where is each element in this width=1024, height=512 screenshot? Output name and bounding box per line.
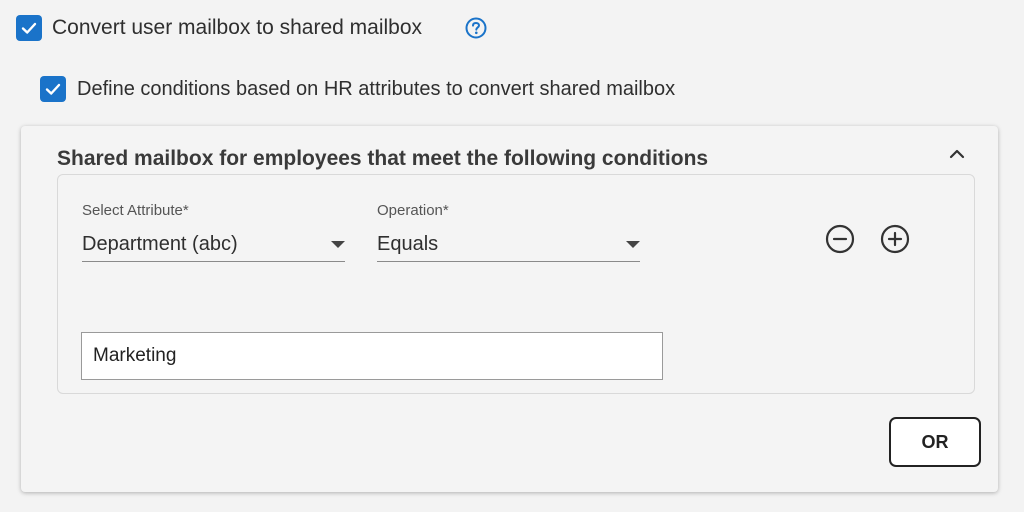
- checkmark-icon: [21, 22, 37, 34]
- conditions-card: Shared mailbox for employees that meet t…: [21, 126, 998, 492]
- attribute-select[interactable]: Department (abc): [82, 227, 345, 262]
- card-title: Shared mailbox for employees that meet t…: [57, 147, 709, 170]
- condition-row-box: Select Attribute* Department (abc) Opera…: [57, 174, 975, 394]
- question-circle-icon[interactable]: [465, 17, 487, 39]
- hr-conditions-label: Define conditions based on HR attributes…: [77, 78, 676, 100]
- convert-mailbox-checkbox[interactable]: [16, 15, 42, 41]
- condition-value-input[interactable]: [81, 332, 663, 380]
- or-button[interactable]: OR: [889, 417, 981, 467]
- hr-conditions-checkbox[interactable]: [40, 76, 66, 102]
- convert-mailbox-label: Convert user mailbox to shared mailbox: [52, 16, 423, 39]
- chevron-up-icon[interactable]: [945, 142, 969, 166]
- dropdown-caret-icon: [331, 241, 345, 248]
- operation-label: Operation*: [377, 202, 449, 219]
- checkmark-icon: [45, 83, 61, 95]
- operation-select-value: Equals: [377, 233, 439, 255]
- attribute-label: Select Attribute*: [82, 202, 189, 219]
- attribute-select-value: Department (abc): [82, 233, 238, 255]
- plus-circle-icon[interactable]: [879, 223, 911, 255]
- operation-select[interactable]: Equals: [377, 227, 640, 262]
- minus-circle-icon[interactable]: [824, 223, 856, 255]
- dropdown-caret-icon: [626, 241, 640, 248]
